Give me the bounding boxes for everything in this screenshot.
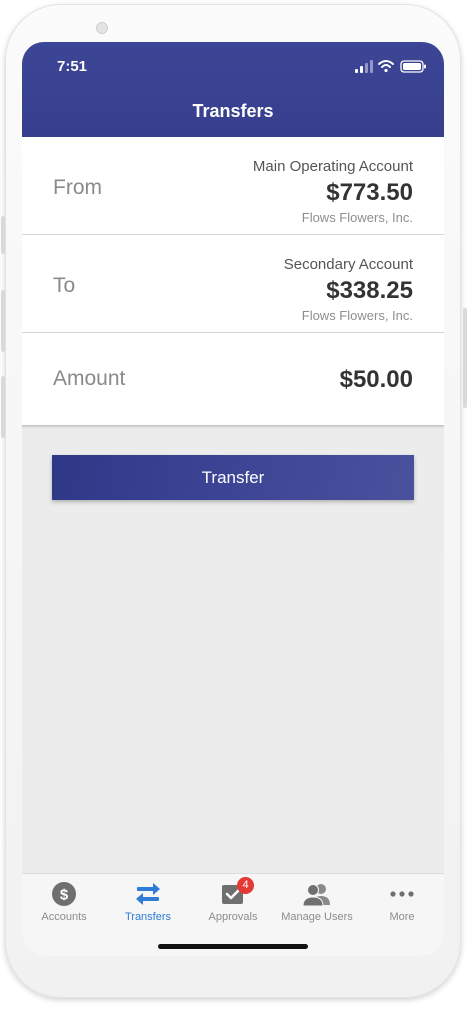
svg-text:$: $	[60, 887, 69, 904]
tab-manage-users[interactable]: Manage Users	[275, 874, 359, 934]
wifi-icon	[378, 60, 394, 73]
from-account-name: Main Operating Account	[252, 158, 413, 175]
tab-more-label: More	[389, 911, 415, 923]
front-camera	[96, 22, 108, 34]
users-icon	[302, 884, 330, 907]
to-account-row[interactable]: To Secondary Account $338.25 Flows Flowe…	[22, 235, 444, 332]
tab-more[interactable]: More	[360, 874, 444, 934]
tab-transfers[interactable]: Transfers	[106, 874, 190, 934]
to-account-balance: $338.25	[326, 277, 413, 304]
from-account-row[interactable]: From Main Operating Account $773.50 Flow…	[22, 137, 444, 234]
to-label: To	[53, 274, 76, 297]
to-account-company: Flows Flowers, Inc.	[301, 308, 413, 323]
app-header: 7:51 Transfers	[22, 42, 444, 137]
tab-transfers-label: Transfers	[124, 911, 172, 923]
more-dots-icon	[390, 891, 414, 897]
tab-approvals-label: Approvals	[208, 911, 258, 923]
tab-approvals[interactable]: 4 Approvals	[191, 874, 275, 934]
transfer-button[interactable]: Transfer	[52, 455, 414, 500]
side-button-volume-down	[1, 376, 5, 438]
amount-label: Amount	[53, 367, 126, 390]
battery-icon	[400, 60, 426, 73]
home-indicator[interactable]	[158, 944, 308, 949]
approvals-badge: 4	[237, 877, 254, 894]
dollar-circle-icon: $	[52, 882, 76, 906]
from-account-company: Flows Flowers, Inc.	[301, 210, 413, 225]
tab-accounts-label: Accounts	[41, 911, 87, 923]
side-button-mute	[1, 216, 5, 254]
status-time: 7:51	[57, 58, 88, 75]
from-account-balance: $773.50	[326, 179, 413, 206]
amount-value[interactable]: $50.00	[340, 366, 413, 394]
transfer-arrows-icon	[136, 883, 160, 905]
app-screen: 7:51 Transfers From Main Operating Accou…	[22, 42, 444, 956]
page-title: Transfers	[192, 101, 274, 121]
tab-manage-users-label: Manage Users	[281, 911, 353, 923]
cellular-signal-icon	[355, 60, 373, 73]
from-label: From	[53, 176, 102, 199]
tab-accounts[interactable]: $ Accounts	[22, 874, 106, 934]
side-button-power	[463, 308, 467, 408]
to-account-name: Secondary Account	[283, 256, 413, 273]
amount-row[interactable]: Amount $50.00	[22, 333, 444, 426]
side-button-volume-up	[1, 290, 5, 352]
status-icons	[355, 60, 426, 73]
